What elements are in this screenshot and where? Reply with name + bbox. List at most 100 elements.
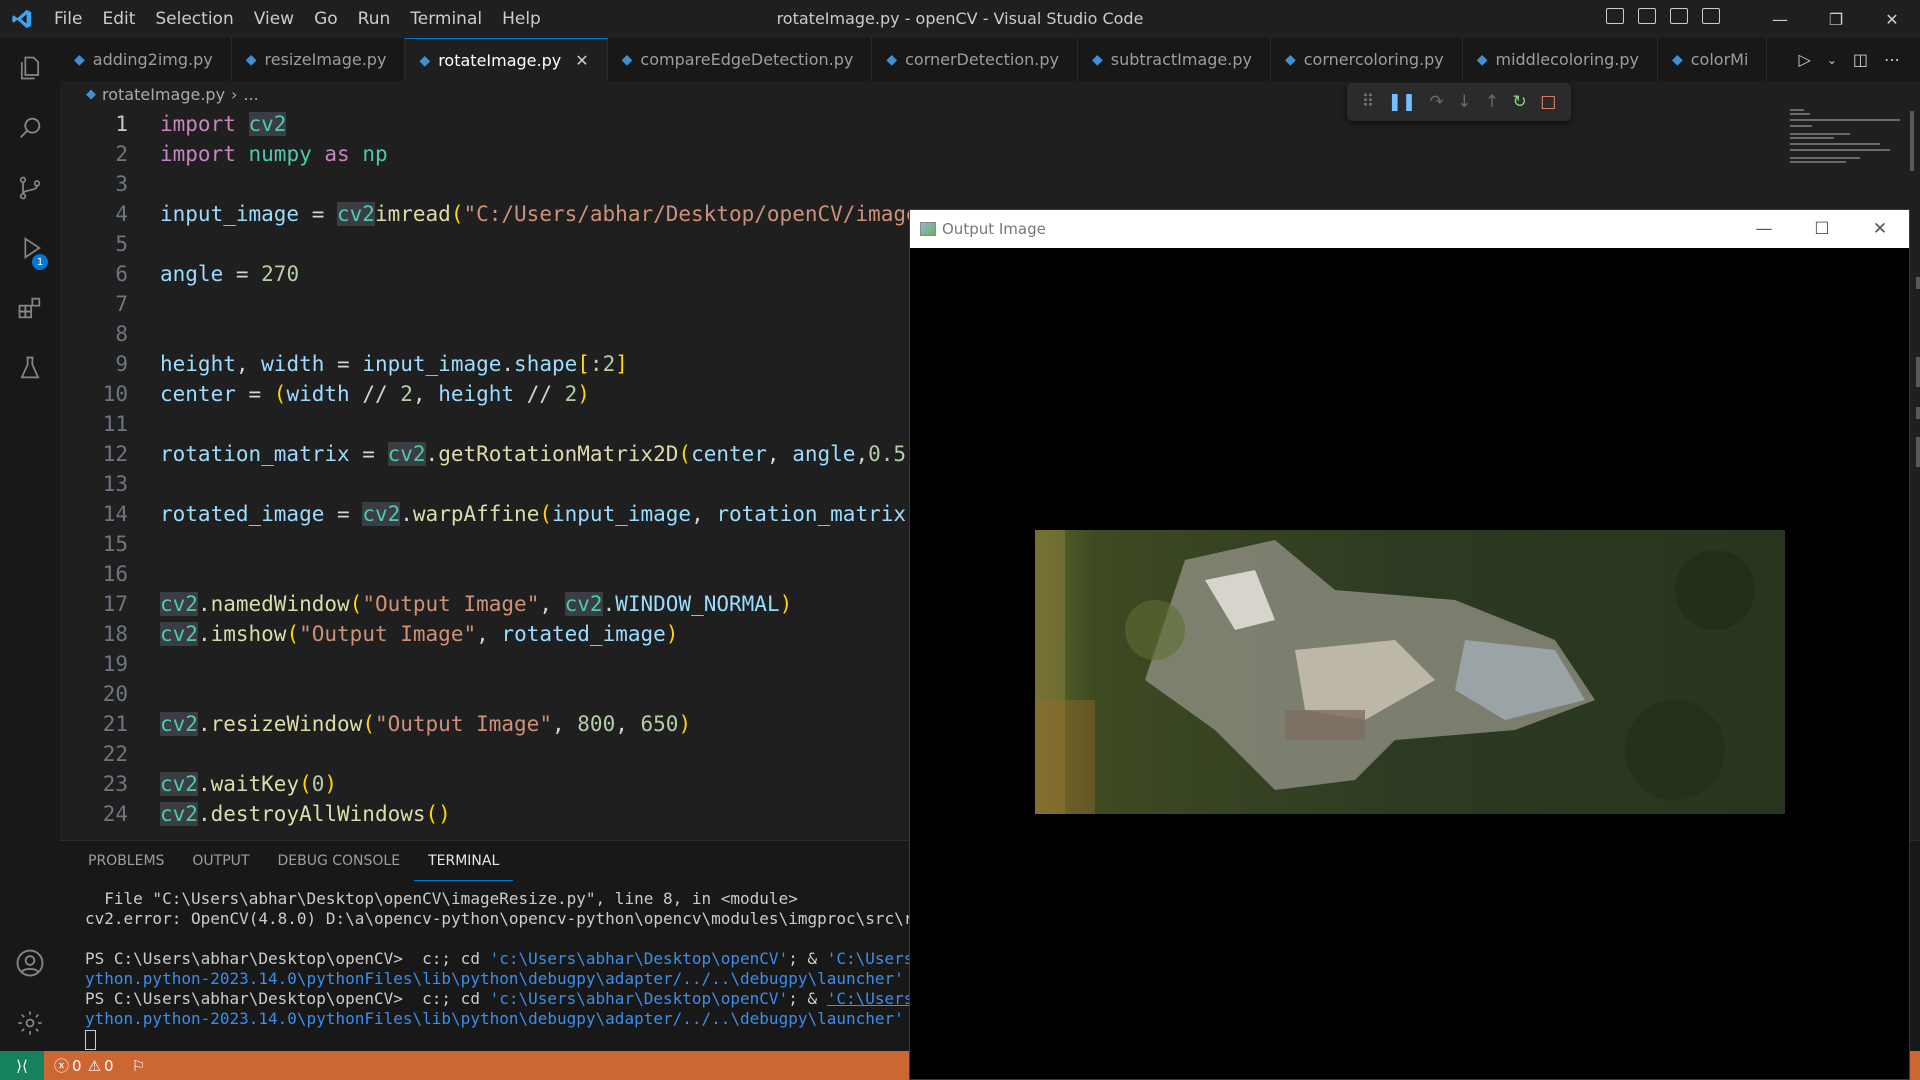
breadcrumb-rest[interactable]: ... — [243, 85, 258, 104]
tab-terminal[interactable]: TERMINAL — [414, 841, 514, 881]
code-token: ( — [349, 592, 363, 616]
testing-icon[interactable] — [0, 338, 60, 398]
tab-resizeimage[interactable]: ◆ resizeImage.py — [232, 38, 406, 81]
terminal-cursor — [85, 1029, 96, 1050]
minimap[interactable] — [1788, 107, 1908, 167]
python-file-icon: ◆ — [419, 52, 431, 69]
menu-view[interactable]: View — [244, 9, 304, 29]
tab-cornerdetection[interactable]: ◆ cornerDetection.py — [872, 38, 1078, 81]
menu-edit[interactable]: Edit — [92, 9, 145, 29]
tab-colormi[interactable]: ◆ colorMi — [1658, 38, 1768, 81]
output-window-title: Output Image — [942, 220, 1046, 238]
tab-problems[interactable]: PROBLEMS — [74, 841, 178, 881]
restore-icon[interactable]: ❐ — [1808, 0, 1864, 38]
split-editor-icon[interactable]: ◫ — [1853, 50, 1868, 69]
tab-close-icon[interactable]: ✕ — [575, 51, 588, 70]
source-control-icon[interactable] — [0, 158, 60, 218]
error-count[interactable]: 0 — [72, 1057, 82, 1075]
toggle-panel-icon[interactable] — [1638, 8, 1656, 24]
errors-icon[interactable]: ⓧ — [54, 1055, 69, 1076]
code-token: np — [362, 142, 388, 166]
extensions-icon[interactable] — [0, 278, 60, 338]
python-file-icon: ◆ — [1671, 51, 1683, 68]
minimize-icon[interactable]: — — [1752, 0, 1808, 38]
line-number: 20 — [102, 682, 128, 706]
code-token: center — [160, 382, 236, 406]
code-token: // — [514, 382, 565, 406]
tab-label: compareEdgeDetection.py — [640, 50, 854, 69]
tab-cornercoloring[interactable]: ◆ cornercoloring.py — [1271, 38, 1463, 81]
step-over-icon[interactable]: ↷ — [1430, 92, 1444, 112]
code-token: cv2 — [160, 712, 198, 736]
code-token: 650 — [640, 712, 679, 736]
breadcrumb-file[interactable]: rotateImage.py — [102, 85, 225, 104]
code-token: ( — [299, 772, 312, 796]
code-token: cv2 — [160, 772, 198, 796]
menu-file[interactable]: File — [44, 9, 92, 29]
tab-debug-console[interactable]: DEBUG CONSOLE — [263, 841, 414, 881]
menu-run[interactable]: Run — [348, 9, 401, 29]
more-actions-icon[interactable]: ⋯ — [1884, 50, 1900, 69]
image-window-icon — [920, 222, 936, 236]
run-python-file-icon[interactable]: ▷ — [1799, 50, 1811, 69]
minimize-icon[interactable]: — — [1735, 210, 1793, 248]
tab-label: colorMi — [1690, 50, 1749, 69]
customize-layout-icon[interactable] — [1702, 8, 1720, 24]
run-dropdown-chevron-icon[interactable]: ⌄ — [1827, 53, 1837, 67]
code-token: ( — [678, 442, 692, 466]
code-token: , — [691, 502, 717, 526]
tab-output[interactable]: OUTPUT — [178, 841, 263, 881]
close-icon[interactable]: ✕ — [1851, 210, 1909, 248]
pause-icon[interactable]: ❚❚ — [1388, 92, 1417, 112]
tab-rotateimage[interactable]: ◆ rotateImage.py ✕ — [405, 38, 608, 81]
toggle-secondary-sidebar-icon[interactable] — [1670, 8, 1688, 24]
warning-count[interactable]: 0 — [104, 1057, 114, 1075]
output-window-titlebar[interactable]: Output Image — ☐ ✕ — [910, 210, 1909, 248]
tab-compareedgedetection[interactable]: ◆ compareEdgeDetection.py — [608, 38, 873, 81]
code-token: ( — [286, 622, 300, 646]
close-icon[interactable]: ✕ — [1864, 0, 1920, 38]
menu-go[interactable]: Go — [304, 9, 348, 29]
tab-label: cornercoloring.py — [1303, 50, 1444, 69]
step-into-icon[interactable]: ↓ — [1457, 92, 1471, 112]
drag-handle-icon[interactable]: ⠿ — [1362, 92, 1374, 112]
search-icon[interactable] — [0, 98, 60, 158]
line-number: 1 — [115, 112, 128, 136]
line-number: 21 — [102, 712, 128, 736]
remote-indicator-icon[interactable]: ⟩⟨ — [0, 1051, 44, 1080]
editor-tabs: ◆ adding2img.py ◆ resizeImage.py ◆ rotateIm… — [60, 38, 1920, 81]
toggle-sidebar-icon[interactable] — [1606, 8, 1624, 24]
code-token: angle — [792, 442, 856, 466]
debug-status-icon[interactable]: ⚐ — [132, 1057, 145, 1075]
terminal-text: c:; cd — [412, 989, 490, 1008]
code-token: ) — [577, 382, 590, 406]
terminal-text: 'c:\Users\abhar\Desktop\openCV' — [489, 989, 789, 1008]
code-line: 5 — [60, 229, 128, 259]
code-token: . — [197, 712, 211, 736]
code-token: . — [197, 622, 211, 646]
menu-selection[interactable]: Selection — [145, 9, 243, 29]
restart-icon[interactable]: ↻ — [1513, 92, 1527, 112]
menu-help[interactable]: Help — [492, 9, 551, 29]
code-token: cv2 — [564, 592, 603, 616]
run-and-debug-icon[interactable]: 1 — [0, 218, 60, 278]
maximize-icon[interactable]: ☐ — [1793, 210, 1851, 248]
menu-terminal[interactable]: Terminal — [400, 9, 492, 29]
accounts-icon[interactable] — [0, 933, 60, 993]
warnings-icon[interactable]: ⚠ — [88, 1057, 101, 1075]
explorer-icon[interactable] — [0, 38, 60, 98]
code-line: 18 cv2.imshow("Output Image", rotated_ima… — [60, 619, 678, 649]
code-token: input_image — [160, 202, 300, 226]
code-token: height — [438, 382, 515, 406]
code-token: "Output Image" — [374, 712, 552, 736]
output-image-window[interactable]: Output Image — ☐ ✕ — [909, 209, 1910, 1080]
manage-gear-icon[interactable] — [0, 993, 60, 1053]
tab-label: cornerDetection.py — [905, 50, 1059, 69]
tab-middlecoloring[interactable]: ◆ middlecoloring.py — [1463, 38, 1658, 81]
tab-subtractimage[interactable]: ◆ subtractImage.py — [1078, 38, 1271, 81]
tab-adding2img[interactable]: ◆ adding2img.py — [60, 38, 232, 81]
step-out-icon[interactable]: ↑ — [1485, 92, 1499, 112]
tab-label: subtractImage.py — [1110, 50, 1252, 69]
code-line: 15 — [60, 529, 128, 559]
stop-icon[interactable]: □ — [1540, 92, 1556, 112]
